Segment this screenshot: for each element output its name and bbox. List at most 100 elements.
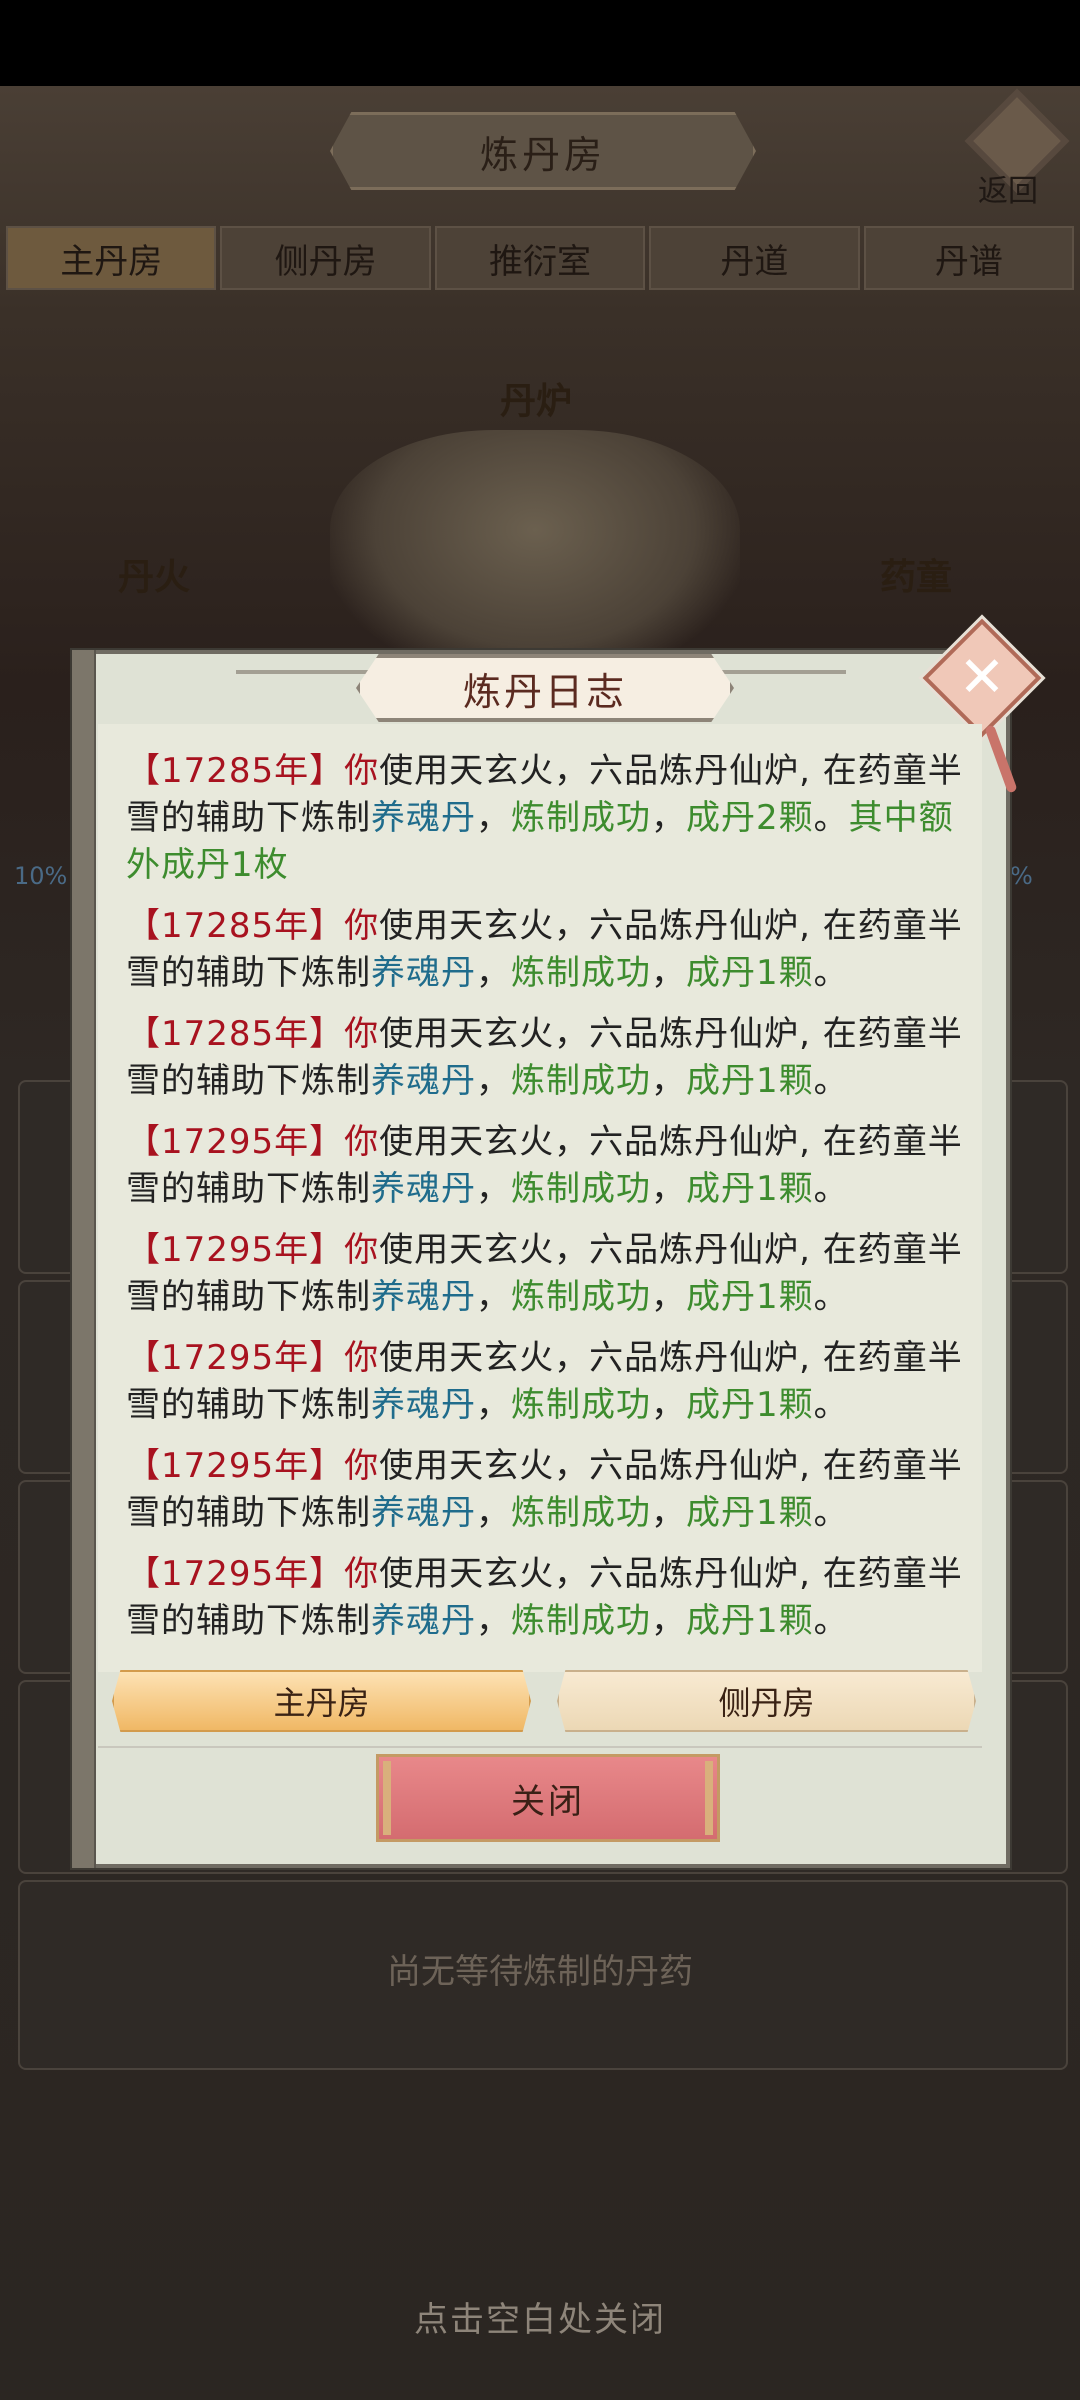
log-subject: 你 — [344, 1446, 380, 1486]
tab-side-room[interactable]: 侧丹房 — [220, 226, 431, 290]
log-punct: 。 — [813, 1385, 849, 1425]
log-result: 成丹1颗 — [686, 1601, 814, 1641]
log-entry: 【17285年】你使用天玄火，六品炼丹仙炉, 在药童半雪的辅助下炼制养魂丹，炼制… — [98, 903, 982, 997]
log-result: 成丹1颗 — [686, 1061, 814, 1101]
right-percent: % — [1010, 862, 1033, 890]
log-result: 成丹1颗 — [686, 1277, 814, 1317]
log-punct: ， — [651, 1061, 686, 1101]
log-subject: 你 — [344, 1122, 380, 1162]
log-subject: 你 — [344, 906, 380, 946]
log-entry: 【17295年】你使用天玄火，六品炼丹仙炉, 在药童半雪的辅助下炼制养魂丹，炼制… — [98, 1335, 982, 1429]
log-year: 【17285年】 — [126, 751, 345, 791]
left-percent: 10% — [14, 862, 68, 890]
close-icon: ✕ — [958, 645, 1006, 710]
log-subject: 你 — [344, 1014, 380, 1054]
tab-dan-recipes[interactable]: 丹谱 — [863, 226, 1075, 290]
log-year: 【17285年】 — [126, 1014, 345, 1054]
log-success: 炼制成功 — [511, 1277, 651, 1317]
log-year: 【17295年】 — [126, 1230, 345, 1270]
log-result: 成丹1颗 — [686, 1493, 814, 1533]
log-pill-name: 养魂丹 — [371, 953, 476, 993]
log-punct: 。 — [813, 1169, 849, 1209]
furnace-label: 丹炉 — [500, 381, 573, 422]
log-punct: ， — [476, 1601, 511, 1641]
log-punct: 。 — [813, 953, 849, 993]
log-punct: ， — [476, 1169, 511, 1209]
back-label: 返回 — [978, 174, 1038, 209]
log-punct: 。 — [813, 1061, 849, 1101]
log-subject: 你 — [344, 751, 380, 791]
log-pill-name: 养魂丹 — [371, 1061, 476, 1101]
log-subject: 你 — [344, 1230, 380, 1270]
log-pill-name: 养魂丹 — [371, 1169, 476, 1209]
log-punct: 。 — [813, 1601, 849, 1641]
log-entry: 【17285年】你使用天玄火，六品炼丹仙炉, 在药童半雪的辅助下炼制养魂丹，炼制… — [98, 1011, 982, 1105]
log-entry: 【17295年】你使用天玄火，六品炼丹仙炉, 在药童半雪的辅助下炼制养魂丹，炼制… — [98, 1551, 982, 1645]
log-year: 【17295年】 — [126, 1446, 345, 1486]
log-punct: ， — [476, 1061, 511, 1101]
log-punct: 。 — [813, 1493, 849, 1533]
log-punct: ， — [651, 1169, 686, 1209]
back-button[interactable]: 返回 — [964, 88, 1070, 209]
log-success: 炼制成功 — [511, 953, 651, 993]
side-room-button[interactable]: 侧丹房 — [557, 1670, 976, 1732]
alchemy-log-dialog: 炼丹日志 ✕ 【17285年】你使用天玄火，六品炼丹仙炉, 在药童半雪的辅助下炼… — [72, 618, 1042, 1868]
log-pill-name: 养魂丹 — [371, 1493, 476, 1533]
main-room-button[interactable]: 主丹房 — [112, 1670, 531, 1732]
log-entry: 【17295年】你使用天玄火，六品炼丹仙炉, 在药童半雪的辅助下炼制养魂丹，炼制… — [98, 1119, 982, 1213]
log-punct: ， — [476, 953, 511, 993]
log-punct: ， — [476, 1277, 511, 1317]
log-list[interactable]: 【17285年】你使用天玄火，六品炼丹仙炉, 在药童半雪的辅助下炼制养魂丹，炼制… — [98, 724, 982, 1672]
log-punct: ， — [651, 1277, 686, 1317]
log-subject: 你 — [344, 1554, 380, 1594]
empty-queue-text: 尚无等待炼制的丹药 — [387, 1952, 693, 1992]
log-success: 炼制成功 — [511, 798, 651, 838]
log-success: 炼制成功 — [511, 1061, 651, 1101]
log-success: 炼制成功 — [511, 1601, 651, 1641]
tab-dan-dao[interactable]: 丹道 — [649, 226, 860, 290]
log-result: 成丹1颗 — [686, 1385, 814, 1425]
log-result: 成丹2颗 — [686, 798, 814, 838]
log-subject: 你 — [344, 1338, 380, 1378]
log-entry: 【17295年】你使用天玄火，六品炼丹仙炉, 在药童半雪的辅助下炼制养魂丹，炼制… — [98, 1443, 982, 1537]
fire-label: 丹火 — [118, 557, 191, 598]
log-punct: 。 — [813, 798, 849, 838]
page-title: 炼丹房 — [330, 112, 756, 190]
furnace-image — [330, 430, 740, 680]
log-punct: ， — [651, 1385, 686, 1425]
log-pill-name: 养魂丹 — [371, 1277, 476, 1317]
room-toggle: 主丹房 侧丹房 — [112, 1670, 976, 1732]
page-tabs: 主丹房 侧丹房 推衍室 丹道 丹谱 — [6, 226, 1075, 290]
log-punct: ， — [476, 1493, 511, 1533]
log-year: 【17295年】 — [126, 1122, 345, 1162]
log-success: 炼制成功 — [511, 1493, 651, 1533]
log-punct: ， — [476, 1385, 511, 1425]
log-year: 【17295年】 — [126, 1554, 345, 1594]
alchemy-boy-label: 药童 — [880, 557, 953, 598]
log-success: 炼制成功 — [511, 1169, 651, 1209]
log-result: 成丹1颗 — [686, 953, 814, 993]
log-result: 成丹1颗 — [686, 1169, 814, 1209]
tap-blank-to-close[interactable]: 点击空白处关闭 — [0, 2292, 1080, 2341]
log-pill-name: 养魂丹 — [371, 1601, 476, 1641]
status-bar — [0, 0, 1080, 86]
log-entry: 【17295年】你使用天玄火，六品炼丹仙炉, 在药童半雪的辅助下炼制养魂丹，炼制… — [98, 1227, 982, 1321]
log-punct: ， — [651, 798, 686, 838]
log-success: 炼制成功 — [511, 1385, 651, 1425]
tab-main-room[interactable]: 主丹房 — [6, 226, 217, 290]
dialog-title: 炼丹日志 — [356, 654, 734, 722]
log-year: 【17285年】 — [126, 906, 345, 946]
log-year: 【17295年】 — [126, 1338, 345, 1378]
log-punct: ， — [651, 953, 686, 993]
log-entry: 【17285年】你使用天玄火，六品炼丹仙炉, 在药童半雪的辅助下炼制养魂丹，炼制… — [98, 748, 982, 889]
log-punct: ， — [651, 1601, 686, 1641]
log-pill-name: 养魂丹 — [371, 798, 476, 838]
log-punct: ， — [651, 1493, 686, 1533]
log-punct: ， — [476, 798, 511, 838]
footer-divider — [98, 1746, 982, 1748]
tab-deduction-room[interactable]: 推衍室 — [434, 226, 646, 290]
dialog-scroll-rail — [72, 650, 96, 1868]
close-button[interactable]: 关闭 — [376, 1754, 720, 1842]
log-pill-name: 养魂丹 — [371, 1385, 476, 1425]
log-punct: 。 — [813, 1277, 849, 1317]
